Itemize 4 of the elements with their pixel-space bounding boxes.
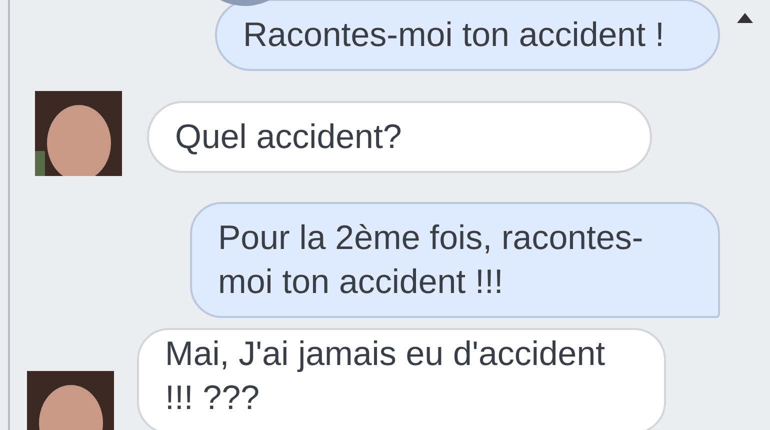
message-bubble: Mai, J'ai jamais eu d'accident !!! ??? (137, 328, 666, 430)
message-bubble: Quel accident? (147, 101, 652, 173)
message-bubble: Pour la 2ème fois, racontes-moi ton accident !!! (190, 202, 720, 318)
message-bubble: Racontes-moi ton accident ! (215, 0, 720, 71)
